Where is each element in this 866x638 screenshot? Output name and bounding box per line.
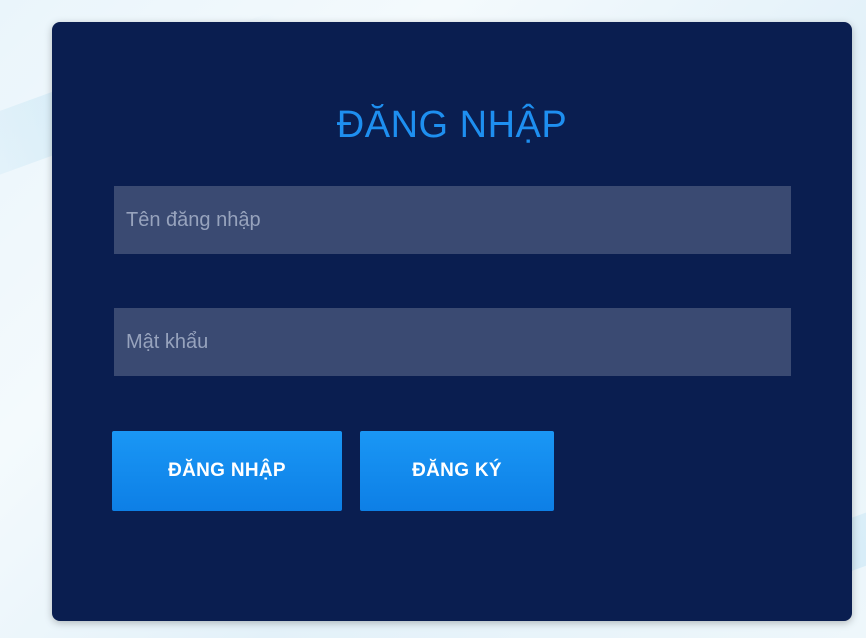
register-button[interactable]: ĐĂNG KÝ [360,431,554,511]
username-input[interactable] [114,186,791,254]
login-card: ĐĂNG NHẬP ĐĂNG NHẬP ĐĂNG KÝ [52,22,852,621]
password-input[interactable] [114,308,791,376]
login-title: ĐĂNG NHẬP [336,104,568,146]
login-button[interactable]: ĐĂNG NHẬP [112,431,342,511]
